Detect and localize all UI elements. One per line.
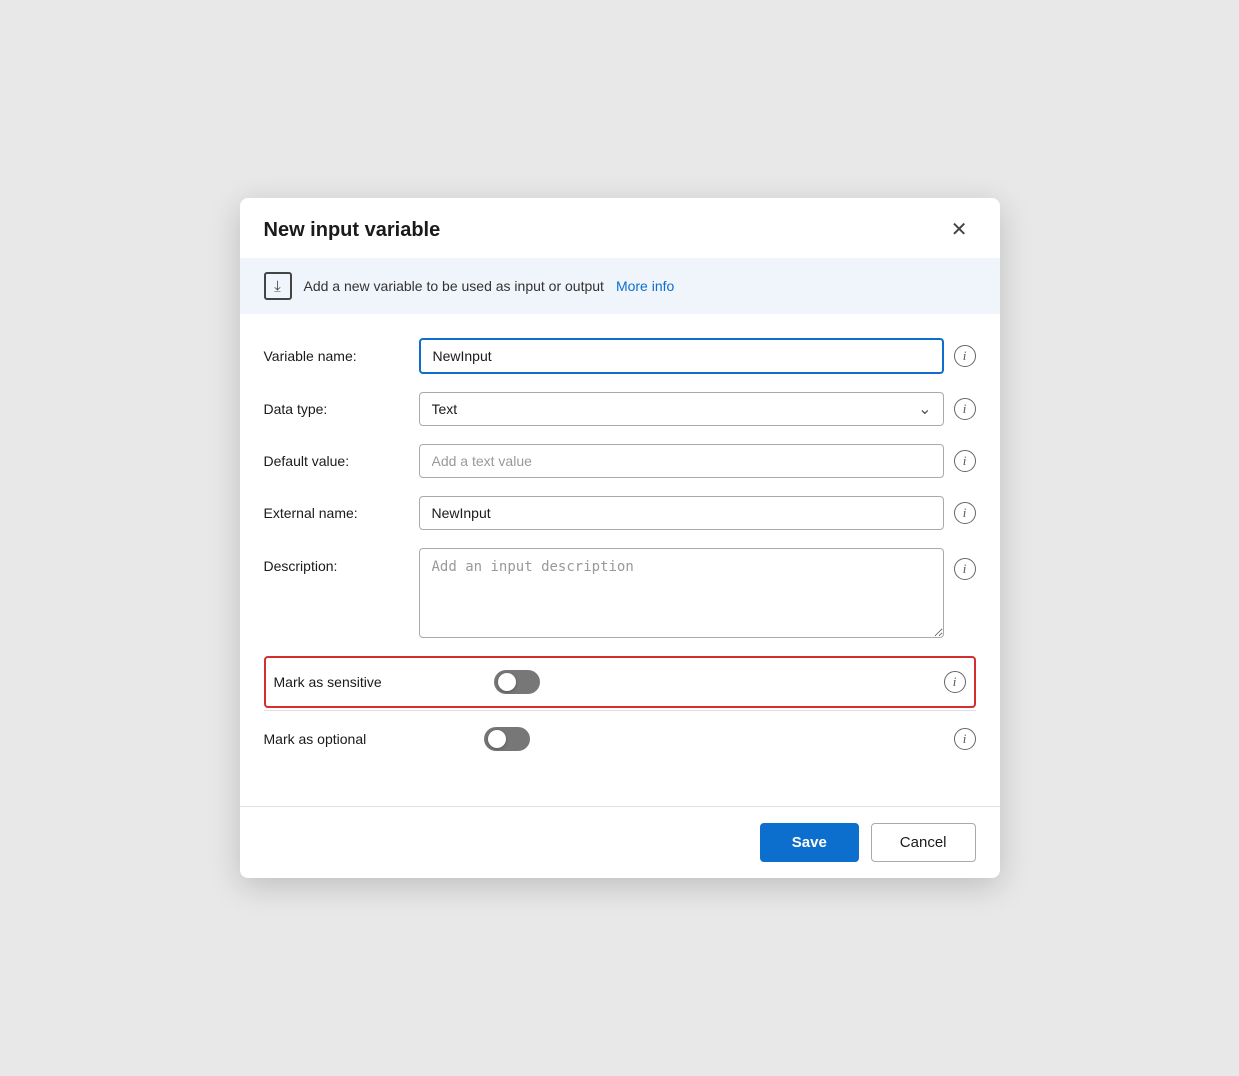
description-info-icon[interactable]: i (954, 558, 976, 580)
mark-as-sensitive-label: Mark as sensitive (274, 674, 494, 690)
data-type-control: Text Number Boolean List DateTime ⌄ i (419, 392, 976, 426)
data-type-select-wrapper: Text Number Boolean List DateTime ⌄ (419, 392, 944, 426)
dialog-title: New input variable (264, 219, 441, 242)
external-name-control: i (419, 496, 976, 530)
data-type-row: Data type: Text Number Boolean List Date… (264, 392, 976, 426)
save-button[interactable]: Save (760, 823, 859, 862)
toggle-thumb-optional (488, 730, 506, 748)
data-type-select[interactable]: Text Number Boolean List DateTime (419, 392, 944, 426)
dialog-body: Variable name: i Data type: Text Number … (240, 314, 1000, 782)
external-name-label: External name: (264, 505, 419, 521)
close-button[interactable]: ✕ (943, 216, 976, 244)
default-value-row: Default value: i (264, 444, 976, 478)
banner-text: Add a new variable to be used as input o… (304, 278, 604, 294)
external-name-info-icon[interactable]: i (954, 502, 976, 524)
variable-name-control: i (419, 338, 976, 374)
external-name-input[interactable] (419, 496, 944, 530)
default-value-control: i (419, 444, 976, 478)
variable-name-input[interactable] (419, 338, 944, 374)
default-value-label: Default value: (264, 453, 419, 469)
optional-info-icon[interactable]: i (954, 728, 976, 750)
description-label: Description: (264, 548, 419, 574)
data-type-label: Data type: (264, 401, 419, 417)
variable-name-label: Variable name: (264, 348, 419, 364)
more-info-link[interactable]: More info (616, 278, 674, 294)
description-row: Description: i (264, 548, 976, 638)
toggle-section: Mark as sensitive i Mark as optional (264, 656, 976, 767)
info-banner: ⤓ Add a new variable to be used as input… (240, 258, 1000, 314)
sensitive-info-icon[interactable]: i (944, 671, 966, 693)
external-name-row: External name: i (264, 496, 976, 530)
toggle-thumb-sensitive (498, 673, 516, 691)
default-value-info-icon[interactable]: i (954, 450, 976, 472)
description-control: i (419, 548, 976, 638)
dialog-footer: Save Cancel (240, 806, 1000, 878)
data-type-info-icon[interactable]: i (954, 398, 976, 420)
mark-as-optional-row: Mark as optional i (264, 710, 976, 767)
default-value-input[interactable] (419, 444, 944, 478)
variable-name-row: Variable name: i (264, 338, 976, 374)
variable-name-info-icon[interactable]: i (954, 345, 976, 367)
mark-as-sensitive-row: Mark as sensitive i (264, 656, 976, 708)
mark-as-optional-toggle[interactable] (484, 727, 530, 751)
import-icon: ⤓ (264, 272, 292, 300)
new-input-variable-dialog: New input variable ✕ ⤓ Add a new variabl… (240, 198, 1000, 878)
description-textarea[interactable] (419, 548, 944, 638)
mark-as-optional-label: Mark as optional (264, 731, 484, 747)
cancel-button[interactable]: Cancel (871, 823, 976, 862)
mark-as-sensitive-toggle[interactable] (494, 670, 540, 694)
dialog-header: New input variable ✕ (240, 198, 1000, 258)
